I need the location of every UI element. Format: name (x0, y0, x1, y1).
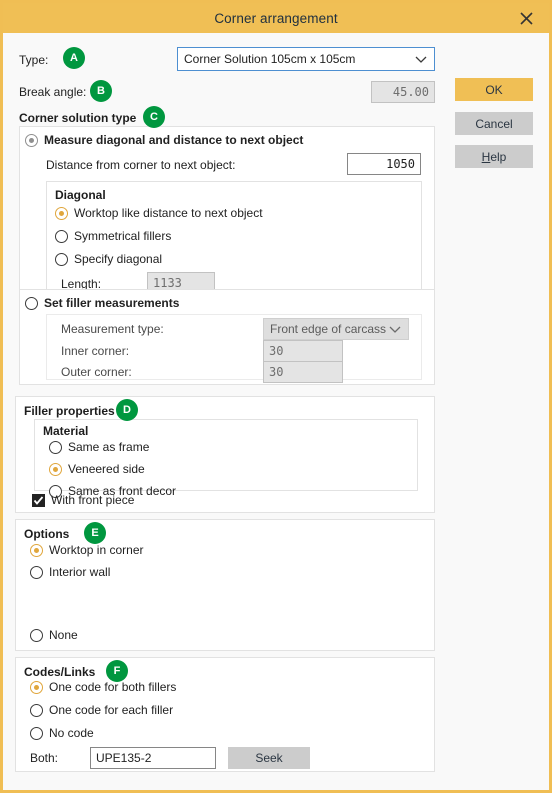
badge-d: D (116, 399, 138, 421)
radio-worktop-like-distance-label: Worktop like distance to next object (74, 206, 263, 220)
filler-measurements-fields: Measurement type: Front edge of carcass … (46, 314, 422, 383)
break-angle-label: Break angle: (19, 85, 87, 99)
radio-mark (25, 133, 38, 147)
radio-same-as-frame-label: Same as frame (68, 440, 150, 454)
radio-measure-diagonal[interactable]: Measure diagonal and distance to next ob… (25, 133, 303, 147)
radio-mark (25, 296, 38, 310)
with-front-piece-checkbox[interactable]: With front piece (32, 493, 134, 507)
radio-specify-diagonal[interactable]: Specify diagonal (55, 252, 162, 266)
measurement-type-dropdown[interactable]: Front edge of carcass (263, 318, 409, 340)
radio-set-filler-measurements-label: Set filler measurements (44, 296, 180, 310)
radio-symmetrical-fillers[interactable]: Symmetrical fillers (55, 229, 171, 243)
set-filler-measurements-panel: Set filler measurements Measurement type… (19, 289, 435, 385)
radio-mark (30, 703, 43, 717)
measure-diagonal-panel: Measure diagonal and distance to next ob… (19, 126, 435, 311)
radio-one-code-each-filler-label: One code for each filler (49, 703, 174, 717)
radio-mark (30, 726, 43, 740)
radio-mark (49, 440, 62, 454)
chevron-down-icon (415, 56, 427, 63)
diagonal-panel: Diagonal Worktop like distance to next o… (46, 181, 422, 301)
radio-same-as-frame[interactable]: Same as frame (49, 440, 149, 454)
radio-mark (49, 462, 62, 476)
filler-properties-group: Filler properties D Material Same as fra… (15, 396, 435, 513)
radio-mark (30, 628, 43, 642)
title-bar: Corner arrangement (3, 3, 549, 33)
badge-e: E (84, 522, 106, 544)
material-title: Material (43, 424, 89, 438)
outer-corner-field[interactable]: 30 (263, 361, 343, 383)
radio-mark (55, 229, 68, 243)
badge-f: F (106, 660, 128, 682)
radio-no-code[interactable]: No code (30, 726, 94, 740)
radio-mark (30, 565, 43, 579)
radio-no-code-label: No code (49, 726, 94, 740)
radio-veneered-side-label: Veneered side (68, 462, 145, 476)
badge-b: B (90, 80, 112, 102)
type-dropdown-value: Corner Solution 105cm x 105cm (184, 52, 356, 66)
radio-worktop-in-corner[interactable]: Worktop in corner (30, 543, 143, 557)
radio-set-filler-measurements[interactable]: Set filler measurements (25, 296, 179, 310)
type-dropdown[interactable]: Corner Solution 105cm x 105cm (177, 47, 435, 71)
dialog-body: OK Cancel Help Type: A Corner Solution 1… (3, 33, 549, 790)
distance-to-next-object-label: Distance from corner to next object: (46, 158, 236, 172)
cancel-button[interactable]: Cancel (455, 112, 533, 135)
radio-worktop-in-corner-label: Worktop in corner (49, 543, 144, 557)
codes-links-group: Codes/Links F One code for both fillers … (15, 657, 435, 772)
both-label: Both: (30, 751, 59, 765)
radio-mark (55, 252, 68, 266)
seek-button[interactable]: Seek (228, 747, 310, 769)
codes-links-title: Codes/Links (24, 665, 96, 679)
radio-none-label: None (49, 628, 78, 642)
radio-one-code-both-fillers[interactable]: One code for both fillers (30, 680, 176, 694)
radio-veneered-side[interactable]: Veneered side (49, 462, 145, 476)
measurement-type-label: Measurement type: (61, 322, 164, 336)
outer-corner-label: Outer corner: (61, 365, 132, 379)
radio-worktop-like-distance[interactable]: Worktop like distance to next object (55, 206, 263, 220)
radio-interior-wall-label: Interior wall (49, 565, 111, 579)
help-button[interactable]: Help (455, 145, 533, 168)
break-angle-field[interactable]: 45.00 (371, 81, 435, 103)
badge-a: A (63, 47, 85, 69)
options-group: Options E Worktop in corner Interior wal… (15, 519, 435, 651)
help-button-label: elp (490, 149, 507, 164)
radio-symmetrical-fillers-label: Symmetrical fillers (74, 229, 172, 243)
badge-c: C (143, 106, 165, 128)
measurement-type-value: Front edge of carcass (270, 322, 387, 336)
corner-solution-type-title: Corner solution type (19, 111, 137, 125)
distance-to-next-object-field[interactable]: 1050 (347, 153, 421, 175)
radio-measure-diagonal-label: Measure diagonal and distance to next ob… (44, 133, 304, 147)
checkmark-icon (32, 493, 45, 507)
with-front-piece-label: With front piece (51, 493, 135, 507)
filler-properties-title: Filler properties (24, 404, 115, 418)
page-title: Corner arrangement (214, 10, 338, 26)
material-panel: Material Same as frame Veneered side Sam… (34, 419, 418, 498)
type-label: Type: (19, 53, 49, 67)
close-icon[interactable] (511, 3, 541, 33)
radio-mark (30, 680, 43, 694)
inner-corner-label: Inner corner: (61, 344, 130, 358)
radio-mark (55, 206, 68, 220)
radio-specify-diagonal-label: Specify diagonal (74, 252, 163, 266)
radio-one-code-both-fillers-label: One code for both fillers (49, 680, 177, 694)
radio-mark (30, 543, 43, 557)
both-code-field[interactable]: UPE135-2 (90, 747, 216, 769)
radio-one-code-each-filler[interactable]: One code for each filler (30, 703, 173, 717)
options-title: Options (24, 527, 70, 541)
ok-button[interactable]: OK (455, 78, 533, 101)
diagonal-title: Diagonal (55, 188, 106, 202)
chevron-down-icon (389, 326, 401, 333)
radio-interior-wall[interactable]: Interior wall (30, 565, 110, 579)
radio-none[interactable]: None (30, 628, 78, 642)
help-button-mnemonic: H (481, 149, 491, 164)
corner-arrangement-dialog: Corner arrangement OK Cancel Help Type: … (0, 0, 552, 793)
inner-corner-field[interactable]: 30 (263, 340, 343, 362)
